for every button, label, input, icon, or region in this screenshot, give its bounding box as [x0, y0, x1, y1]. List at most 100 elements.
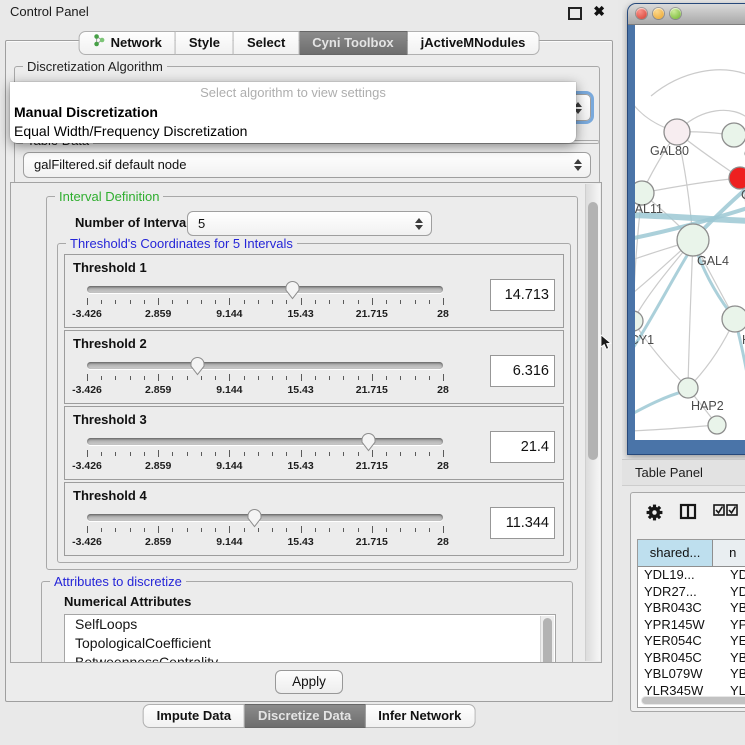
table-data-group: Table Data galFiltered.sif default node [14, 140, 600, 184]
tab-select[interactable]: Select [234, 31, 299, 55]
mac-minimize-icon[interactable] [653, 8, 664, 19]
list-scrollbar[interactable] [540, 616, 554, 663]
tab-network[interactable]: Network [79, 31, 176, 55]
close-icon[interactable]: ✖ [593, 2, 605, 20]
cell-shared-name: YLR345W [638, 683, 724, 696]
network-node[interactable] [708, 416, 726, 434]
table-row[interactable]: YDL19...YDL1 [638, 567, 745, 584]
gear-icon[interactable] [645, 503, 664, 527]
number-of-intervals-select[interactable]: 5 [187, 211, 432, 236]
threshold-slider[interactable]: -3.4262.8599.14415.4321.71528 [87, 435, 443, 473]
threshold-slider[interactable]: -3.4262.8599.14415.4321.71528 [87, 511, 443, 549]
network-node[interactable] [729, 167, 745, 189]
right-pane: GAL80GCGAL11GAL4GCY1HHAP2 Table Panel sh… [622, 0, 745, 745]
network-canvas[interactable]: GAL80GCGAL11GAL4GCY1HHAP2 [635, 25, 745, 440]
network-node[interactable] [722, 123, 745, 147]
slider-ticks [87, 297, 443, 306]
cell-shared-name: YER054C [638, 633, 724, 650]
network-node[interactable] [664, 119, 690, 145]
network-node[interactable] [635, 311, 643, 331]
cell-name: YLR3 [724, 683, 745, 696]
network-node[interactable] [677, 224, 709, 256]
column-header-shared[interactable]: shared... [638, 540, 713, 566]
table-data-select[interactable]: galFiltered.sif default node [23, 152, 591, 178]
threshold-slider[interactable]: -3.4262.8599.14415.4321.71528 [87, 359, 443, 397]
bottom-tab-infer-network[interactable]: Infer Network [365, 704, 475, 728]
threshold-label: Threshold 2 [73, 336, 147, 351]
node-label: C [741, 188, 745, 202]
interval-definition-group: Interval Definition Number of Intervals … [46, 196, 578, 570]
node-table[interactable]: shared... n YDL19...YDL1YDR27...YDR2YBR0… [637, 539, 745, 708]
slider-scale-labels: -3.4262.8599.14415.4321.71528 [87, 308, 443, 320]
cell-shared-name: YBR043C [638, 600, 724, 617]
table-header: shared... n [638, 540, 745, 567]
scrollbar-thumb[interactable] [642, 697, 745, 704]
attribute-item[interactable]: BetweennessCentrality [65, 653, 555, 663]
bottom-tab-impute-data[interactable]: Impute Data [143, 704, 245, 728]
column-header-name[interactable]: n [713, 540, 745, 566]
horizontal-scrollbar[interactable] [641, 696, 745, 705]
apply-button[interactable]: Apply [275, 670, 343, 694]
slider-track[interactable] [87, 362, 443, 369]
attributes-items: SelfLoopsTopologicalCoefficientBetweenne… [65, 615, 555, 663]
dropdown-option-equal-width[interactable]: Equal Width/Frequency Discretization [10, 122, 576, 141]
table-row[interactable]: YBR043CYBR0 [638, 600, 745, 617]
threshold-row: Threshold 3-3.4262.8599.14415.4321.71528… [64, 406, 564, 480]
cell-shared-name: YDR27... [638, 584, 724, 601]
slider-ticks [87, 525, 443, 534]
table-row[interactable]: YBL079WYBL0 [638, 666, 745, 683]
table-panel: shared... n YDL19...YDL1YDR27...YDR2YBR0… [630, 492, 745, 712]
slider-track[interactable] [87, 438, 443, 445]
cyni-toolbox-panel: Discretization Algorithm Select algorith… [5, 40, 613, 702]
tab-style[interactable]: Style [176, 31, 234, 55]
cell-name: YBR0 [724, 650, 745, 667]
panel-title: Control Panel [10, 4, 89, 19]
bottom-tab-bar: Impute Data Discretize Data Infer Network [143, 704, 476, 728]
dropdown-option-manual[interactable]: Manual Discretization [10, 103, 576, 122]
tab-cyni-toolbox[interactable]: Cyni Toolbox [299, 31, 407, 55]
mac-zoom-icon[interactable] [670, 8, 681, 19]
scrollbar-thumb[interactable] [543, 618, 552, 663]
table-rows: YDL19...YDL1YDR27...YDR2YBR043CYBR0YPR14… [638, 567, 745, 695]
mac-close-icon[interactable] [636, 8, 647, 19]
network-view-window: GAL80GCGAL11GAL4GCY1HHAP2 [627, 3, 745, 455]
attribute-item[interactable]: TopologicalCoefficient [65, 634, 555, 653]
network-node[interactable] [722, 306, 745, 332]
cell-shared-name: YDL19... [638, 567, 724, 584]
scrollbar-thumb[interactable] [588, 202, 598, 460]
network-node[interactable] [678, 378, 698, 398]
group-title: Discretization Algorithm [23, 59, 167, 74]
table-row[interactable]: YBR045CYBR0 [638, 650, 745, 667]
table-row[interactable]: YLR345WYLR3 [638, 683, 745, 696]
node-label: HAP2 [691, 399, 724, 413]
slider-ticks [87, 373, 443, 382]
table-panel-bar: Table Panel [622, 459, 745, 486]
group-title: Attributes to discretize [50, 574, 186, 589]
table-row[interactable]: YER054CYER0 [638, 633, 745, 650]
panel-scrollbar[interactable] [585, 184, 600, 661]
cell-name: YDL1 [724, 567, 745, 584]
tab-label: Discretize Data [258, 705, 351, 727]
table-row[interactable]: YPR145WYPR1 [638, 617, 745, 634]
threshold-value-field[interactable]: 21.4 [490, 431, 555, 463]
bottom-tab-discretize-data[interactable]: Discretize Data [245, 704, 365, 728]
slider-track[interactable] [87, 286, 443, 293]
combo-stepper-icon[interactable] [574, 158, 583, 172]
table-row[interactable]: YDR27...YDR2 [638, 584, 745, 601]
threshold-value-field[interactable]: 11.344 [490, 507, 555, 539]
combo-stepper-icon[interactable] [415, 217, 424, 231]
attribute-item[interactable]: SelfLoops [65, 615, 555, 634]
cell-shared-name: YPR145W [638, 617, 724, 634]
slider-track[interactable] [87, 514, 443, 521]
node-label: GAL11 [635, 202, 663, 216]
float-icon[interactable] [568, 7, 582, 20]
tab-label: Infer Network [378, 705, 461, 727]
mac-titlebar[interactable] [628, 4, 745, 25]
tab-jactivemnodules[interactable]: jActiveMNodules [408, 31, 540, 55]
threshold-value-field[interactable]: 14.713 [490, 279, 555, 311]
checkbox-icons[interactable] [713, 503, 739, 522]
attributes-list[interactable]: SelfLoopsTopologicalCoefficientBetweenne… [64, 614, 556, 663]
threshold-slider[interactable]: -3.4262.8599.14415.4321.71528 [87, 283, 443, 321]
threshold-value-field[interactable]: 6.316 [490, 355, 555, 387]
split-column-icon[interactable] [679, 503, 697, 526]
